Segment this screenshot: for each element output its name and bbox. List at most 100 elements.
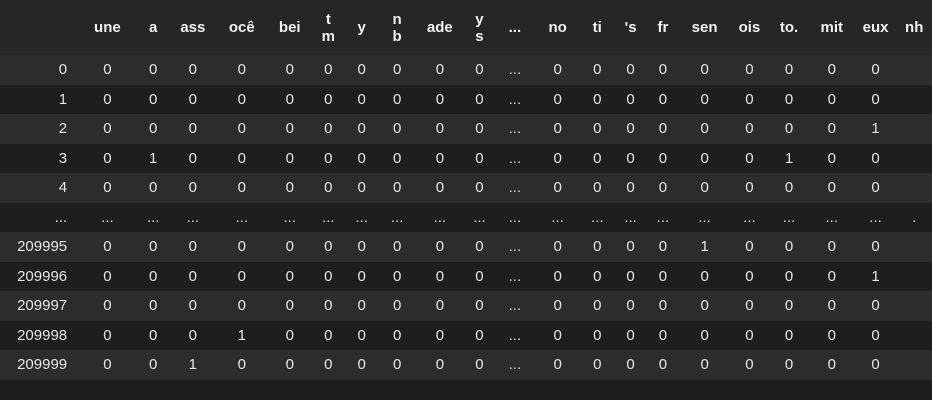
table-cell: 0: [188, 267, 197, 285]
table-cell: ...: [508, 179, 522, 197]
table-cell: ...: [283, 208, 297, 226]
column-header: y: [357, 19, 366, 36]
table-cell: 0: [475, 267, 484, 285]
table-cell: 0: [475, 356, 484, 374]
column-header: fr: [657, 19, 669, 36]
table-cell: 0: [435, 326, 445, 344]
table-cell: 0: [745, 238, 754, 256]
table-cell: 0: [784, 61, 794, 79]
table-cell: 0: [626, 326, 635, 344]
table-cell: 0: [188, 90, 197, 108]
table-cell: 0: [700, 120, 709, 138]
table-cell: 0: [237, 297, 246, 315]
table-cell: 0: [435, 297, 445, 315]
table-cell: 0: [658, 326, 668, 344]
table-cell: 0: [237, 61, 246, 79]
table-cell: 0: [149, 120, 158, 138]
table-cell: 0: [827, 326, 836, 344]
table-cell: 0: [745, 61, 754, 79]
dataframe-table: une a ass ocê bei t m y n b ade y s... no ti 's fr sen ois…: [0, 0, 932, 380]
table-cell: 0: [475, 149, 484, 167]
table-cell: ...: [624, 208, 637, 226]
table-cell: 0: [553, 179, 562, 197]
table-cell: [896, 321, 932, 351]
table-cell: 0: [103, 149, 112, 167]
table-cell: 0: [593, 356, 602, 374]
column-header: une: [94, 19, 121, 36]
table-cell: 0: [593, 61, 602, 79]
table-cell: 0: [626, 61, 635, 79]
table-cell: ...: [590, 208, 604, 226]
table-cell: 0: [871, 297, 880, 315]
table-cell: 0: [700, 90, 709, 108]
table-cell: 0: [475, 326, 484, 344]
table-cell: 0: [658, 90, 668, 108]
table-cell: 0: [237, 179, 246, 197]
table-cell: 0: [103, 61, 112, 79]
table-cell: 0: [324, 90, 333, 108]
table-cell: 0: [626, 297, 635, 315]
table-cell: 0: [475, 297, 484, 315]
table-cell: ...: [146, 208, 160, 226]
table-cell: 0: [285, 326, 294, 344]
table-body: 0 0 0 0 0 0 0 0 0 0 0... 0 0 0 0 0 0 0 0 0 1 0 0 0 0 0 0 0 0 0 0... 0 0 0…: [0, 55, 932, 380]
table-cell: 0: [784, 120, 794, 138]
table-cell: 0: [745, 356, 754, 374]
table-cell: 0: [285, 238, 294, 256]
table-cell: 0: [392, 179, 402, 197]
table-cell: ...: [322, 208, 335, 226]
table-cell: 0: [475, 120, 484, 138]
table-cell: 0: [392, 326, 402, 344]
table-cell: 0: [237, 267, 246, 285]
table-row: 3 0 1 0 0 0 0 0 0 0 0... 0 0 0 0 0 0 1 0 0: [0, 143, 932, 173]
table-cell: 0: [658, 120, 668, 138]
table-cell: 0: [357, 356, 366, 374]
table-cell: 0: [392, 120, 402, 138]
table-cell: [896, 262, 932, 292]
table-cell: 0: [324, 149, 333, 167]
column-header: to.: [779, 19, 799, 36]
table-cell: 0: [745, 326, 754, 344]
table-cell: ...: [473, 208, 486, 226]
table-cell: ...: [782, 208, 796, 226]
table-cell: 0: [324, 238, 333, 256]
table-cell: 0: [827, 120, 836, 138]
column-header: ti: [592, 19, 602, 36]
table-cell: 0: [553, 238, 562, 256]
table-cell: [896, 173, 932, 203]
table-cell: 0: [871, 238, 880, 256]
table-cell: 0: [188, 297, 197, 315]
table-cell: 0: [392, 356, 402, 374]
table-cell: ...: [508, 90, 522, 108]
table-cell: 0: [149, 179, 158, 197]
table-cell: 0: [324, 297, 333, 315]
table-cell: 1: [871, 120, 880, 138]
table-cell: 0: [553, 120, 562, 138]
column-header: nb: [392, 10, 402, 45]
table-cell: 0: [357, 61, 366, 79]
table-cell: 0: [149, 61, 158, 79]
table-cell: 0: [285, 149, 294, 167]
table-cell: 0: [392, 61, 402, 79]
table-cell: 0: [324, 179, 333, 197]
table-cell: 0: [658, 149, 668, 167]
table-cell: 0: [593, 326, 602, 344]
table-cell: 0: [149, 326, 158, 344]
table-cell: 0: [149, 238, 158, 256]
table-cell: 0: [553, 356, 562, 374]
table-cell: 0: [103, 120, 112, 138]
table-cell: 0: [626, 356, 635, 374]
table-cell: 0: [435, 120, 445, 138]
table-cell: 0: [285, 297, 294, 315]
table-cell: ...: [825, 208, 839, 226]
column-header: ocê: [228, 19, 255, 36]
table-cell: 0: [188, 326, 197, 344]
table-cell: 1: [237, 326, 246, 344]
table-cell: 0: [626, 267, 635, 285]
table-cell: [896, 85, 932, 115]
table-cell: 1: [700, 238, 709, 256]
table-cell: 0: [475, 61, 484, 79]
table-cell: 0: [237, 90, 246, 108]
table-cell: ...: [101, 208, 114, 226]
table-cell: 0: [827, 267, 836, 285]
